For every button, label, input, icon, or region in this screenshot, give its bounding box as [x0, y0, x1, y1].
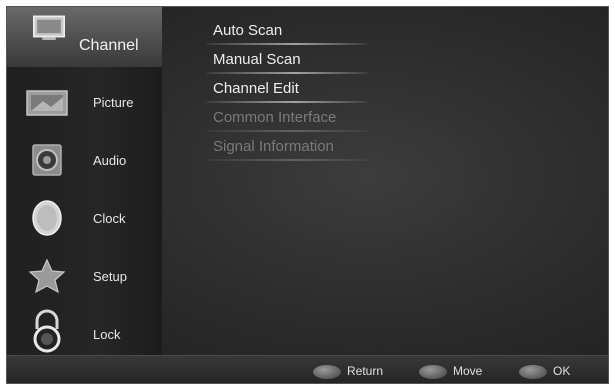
sidebar-item-picture[interactable]: Picture: [7, 73, 162, 131]
sidebar-item-clock[interactable]: Clock: [7, 189, 162, 247]
sidebar-item-channel[interactable]: Channel: [7, 7, 162, 67]
return-hint[interactable]: Return: [313, 362, 383, 380]
ok-hint[interactable]: OK: [519, 362, 570, 380]
channel-submenu: Auto Scan Manual Scan Channel Edit Commo…: [207, 19, 367, 164]
signal-information-option: Signal Information: [207, 135, 367, 164]
common-interface-option: Common Interface: [207, 106, 367, 135]
auto-scan-option[interactable]: Auto Scan: [207, 19, 367, 48]
sidebar-item-label: Clock: [93, 211, 126, 226]
move-label: Move: [453, 364, 483, 378]
sidebar-item-label: Picture: [93, 95, 134, 110]
sidebar-item-label: Channel: [79, 37, 139, 54]
padlock-icon: [33, 309, 61, 353]
ok-label: OK: [553, 364, 571, 378]
manual-scan-option[interactable]: Manual Scan: [207, 48, 367, 77]
sidebar-item-audio[interactable]: Audio: [7, 131, 162, 189]
tv-menu-screen: Channel Picture Audio Clock Setup Lock A…: [6, 6, 609, 384]
return-button-icon: [313, 364, 341, 379]
sidebar: Channel Picture Audio Clock Setup Lock: [7, 7, 162, 355]
picture-icon: [26, 90, 68, 116]
channel-edit-option[interactable]: Channel Edit: [207, 77, 367, 106]
return-label: Return: [347, 364, 384, 378]
ok-button-icon: [519, 364, 547, 379]
sidebar-item-label: Setup: [93, 269, 127, 284]
sidebar-item-label: Audio: [93, 153, 127, 168]
clock-icon: [32, 200, 62, 236]
speaker-icon: [32, 144, 62, 176]
footer-hint-bar: Return Move OK: [7, 355, 608, 383]
move-hint[interactable]: Move: [419, 362, 482, 380]
dpad-move-icon: [419, 364, 447, 379]
sidebar-item-setup[interactable]: Setup: [7, 247, 162, 305]
tv-channel-icon: [33, 15, 65, 40]
sidebar-item-label: Lock: [93, 327, 121, 342]
star-setup-icon: [28, 258, 66, 294]
